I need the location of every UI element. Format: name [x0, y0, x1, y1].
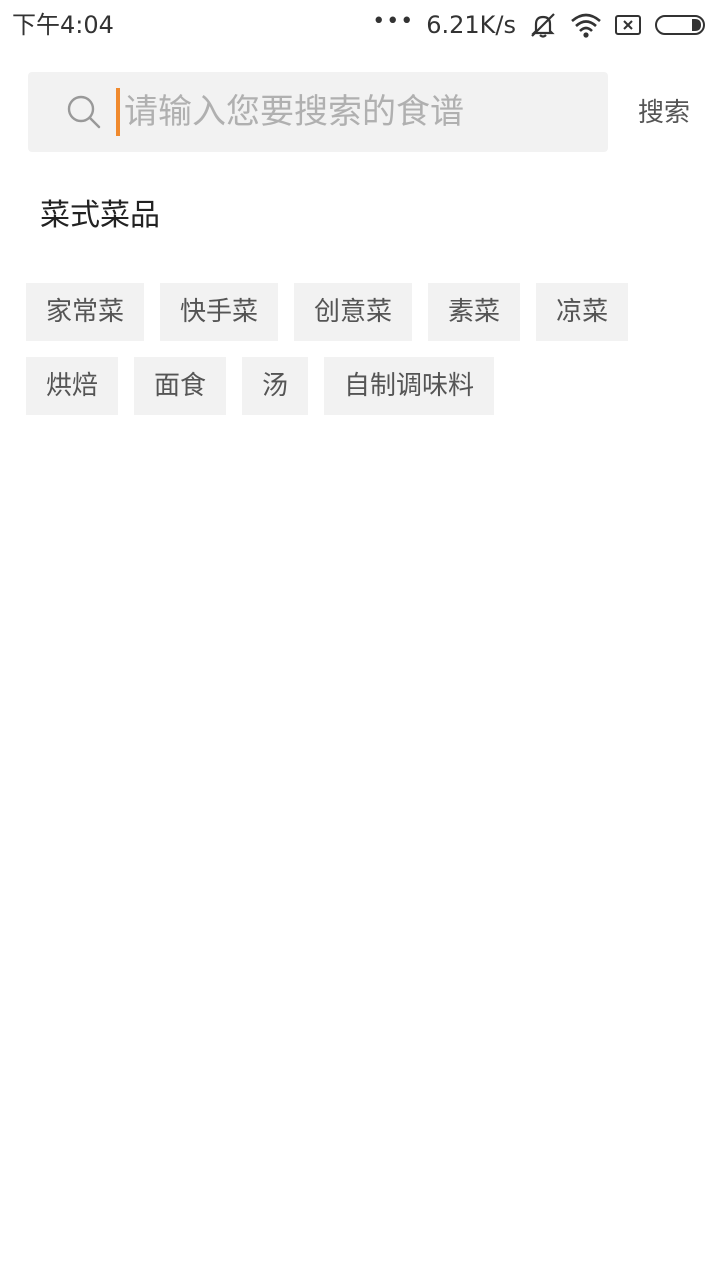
search-icon	[66, 94, 102, 130]
more-dots-icon: •••	[372, 8, 415, 34]
mute-bell-icon	[528, 10, 558, 40]
tag-home-style[interactable]: 家常菜	[26, 283, 145, 341]
tag-quick[interactable]: 快手菜	[160, 283, 279, 341]
tag-creative[interactable]: 创意菜	[294, 283, 413, 341]
tag-soup[interactable]: 汤	[242, 357, 309, 415]
status-bar: 下午4:04 ••• 6.21K/s	[0, 0, 720, 50]
status-time: 下午4:04	[12, 11, 114, 39]
sim-x-icon	[614, 13, 642, 37]
wifi-icon	[570, 11, 602, 39]
section-title: 菜式菜品	[40, 198, 160, 233]
tag-baking[interactable]: 烘焙	[26, 357, 119, 415]
status-icons: ••• 6.21K/s	[372, 8, 708, 42]
search-button[interactable]: 搜索	[626, 90, 702, 136]
search-box[interactable]	[28, 72, 608, 152]
network-speed: 6.21K/s	[426, 11, 516, 39]
tag-list: 家常菜 快手菜 创意菜 素菜 凉菜 烘焙 面食 汤 自制调味料	[26, 283, 706, 415]
tag-homemade-seasoning[interactable]: 自制调味料	[324, 357, 495, 415]
tag-cold-dish[interactable]: 凉菜	[536, 283, 629, 341]
battery-icon	[654, 13, 708, 37]
search-input[interactable]	[120, 72, 598, 152]
tag-noodles[interactable]: 面食	[134, 357, 227, 415]
tag-vegetarian[interactable]: 素菜	[428, 283, 521, 341]
